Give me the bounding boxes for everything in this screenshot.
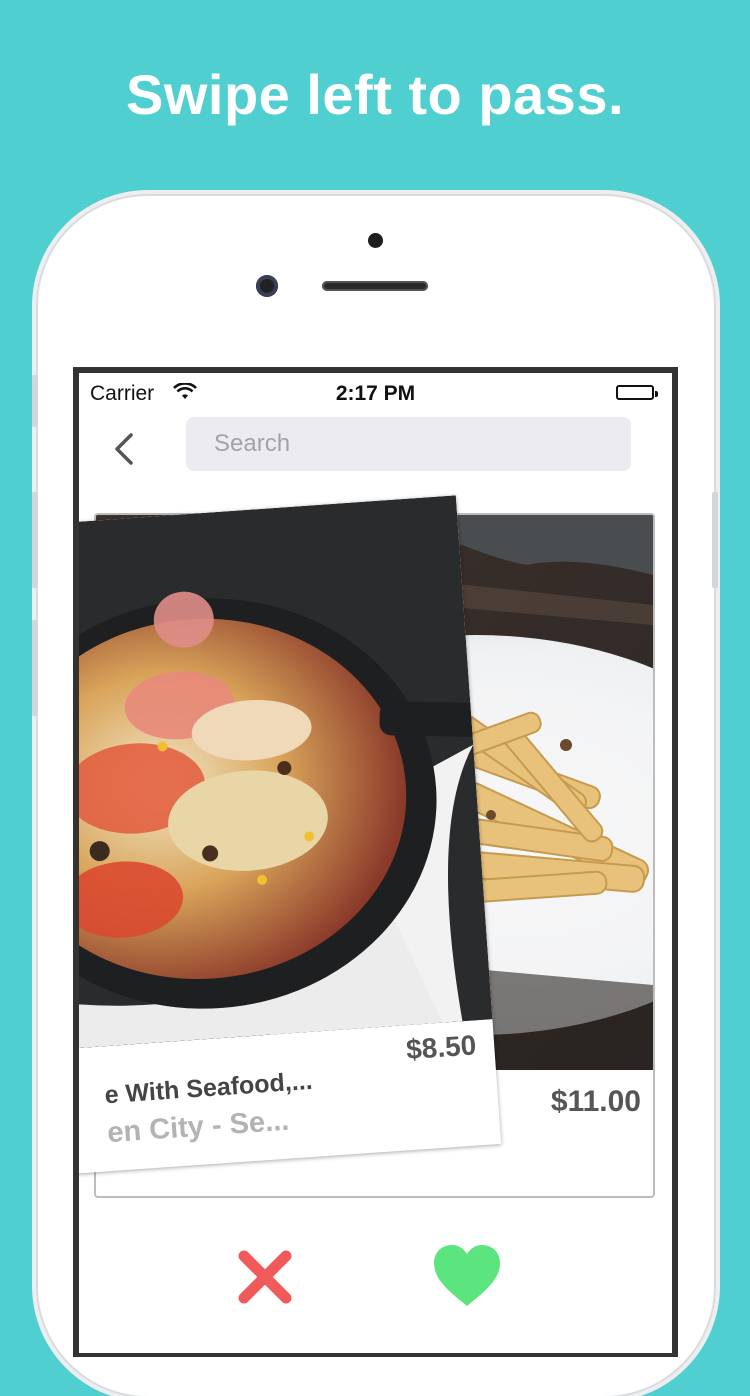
price-label: $11.00	[550, 1085, 641, 1118]
volume-down-button	[32, 620, 38, 716]
proximity-sensor	[368, 233, 383, 248]
status-time: 2:17 PM	[335, 382, 416, 405]
chevron-left-icon	[115, 433, 133, 465]
search-bar[interactable]	[186, 417, 631, 471]
earpiece-speaker	[322, 281, 428, 291]
volume-up-button	[32, 492, 38, 588]
food-photo-baked-seafood	[79, 495, 493, 1052]
mute-switch	[32, 375, 38, 427]
food-card-front[interactable]: $8.50 e With Seafood,... en City - Se...	[79, 495, 502, 1177]
app-screen: Carrier 2:17 PM Search $11.00 $8.50 e Wi…	[79, 373, 672, 1353]
power-button	[712, 492, 718, 588]
back-button[interactable]	[107, 431, 143, 467]
pass-button[interactable]	[234, 1246, 296, 1308]
front-camera	[256, 275, 278, 297]
status-bar: Carrier 2:17 PM	[79, 373, 672, 413]
like-button[interactable]	[432, 1244, 502, 1308]
dish-title: e With Seafood,...	[103, 1066, 314, 1110]
headline: Swipe left to pass.	[125, 63, 625, 126]
search-input[interactable]	[186, 417, 631, 471]
restaurant-name: en City - Se...	[106, 1104, 291, 1150]
price-label: $8.50	[405, 1029, 478, 1066]
close-x-icon	[238, 1250, 292, 1304]
battery-icon	[616, 385, 658, 400]
heart-icon	[434, 1245, 500, 1306]
phone-screen: Carrier 2:17 PM Search $11.00 $8.50 e Wi…	[73, 367, 678, 1357]
